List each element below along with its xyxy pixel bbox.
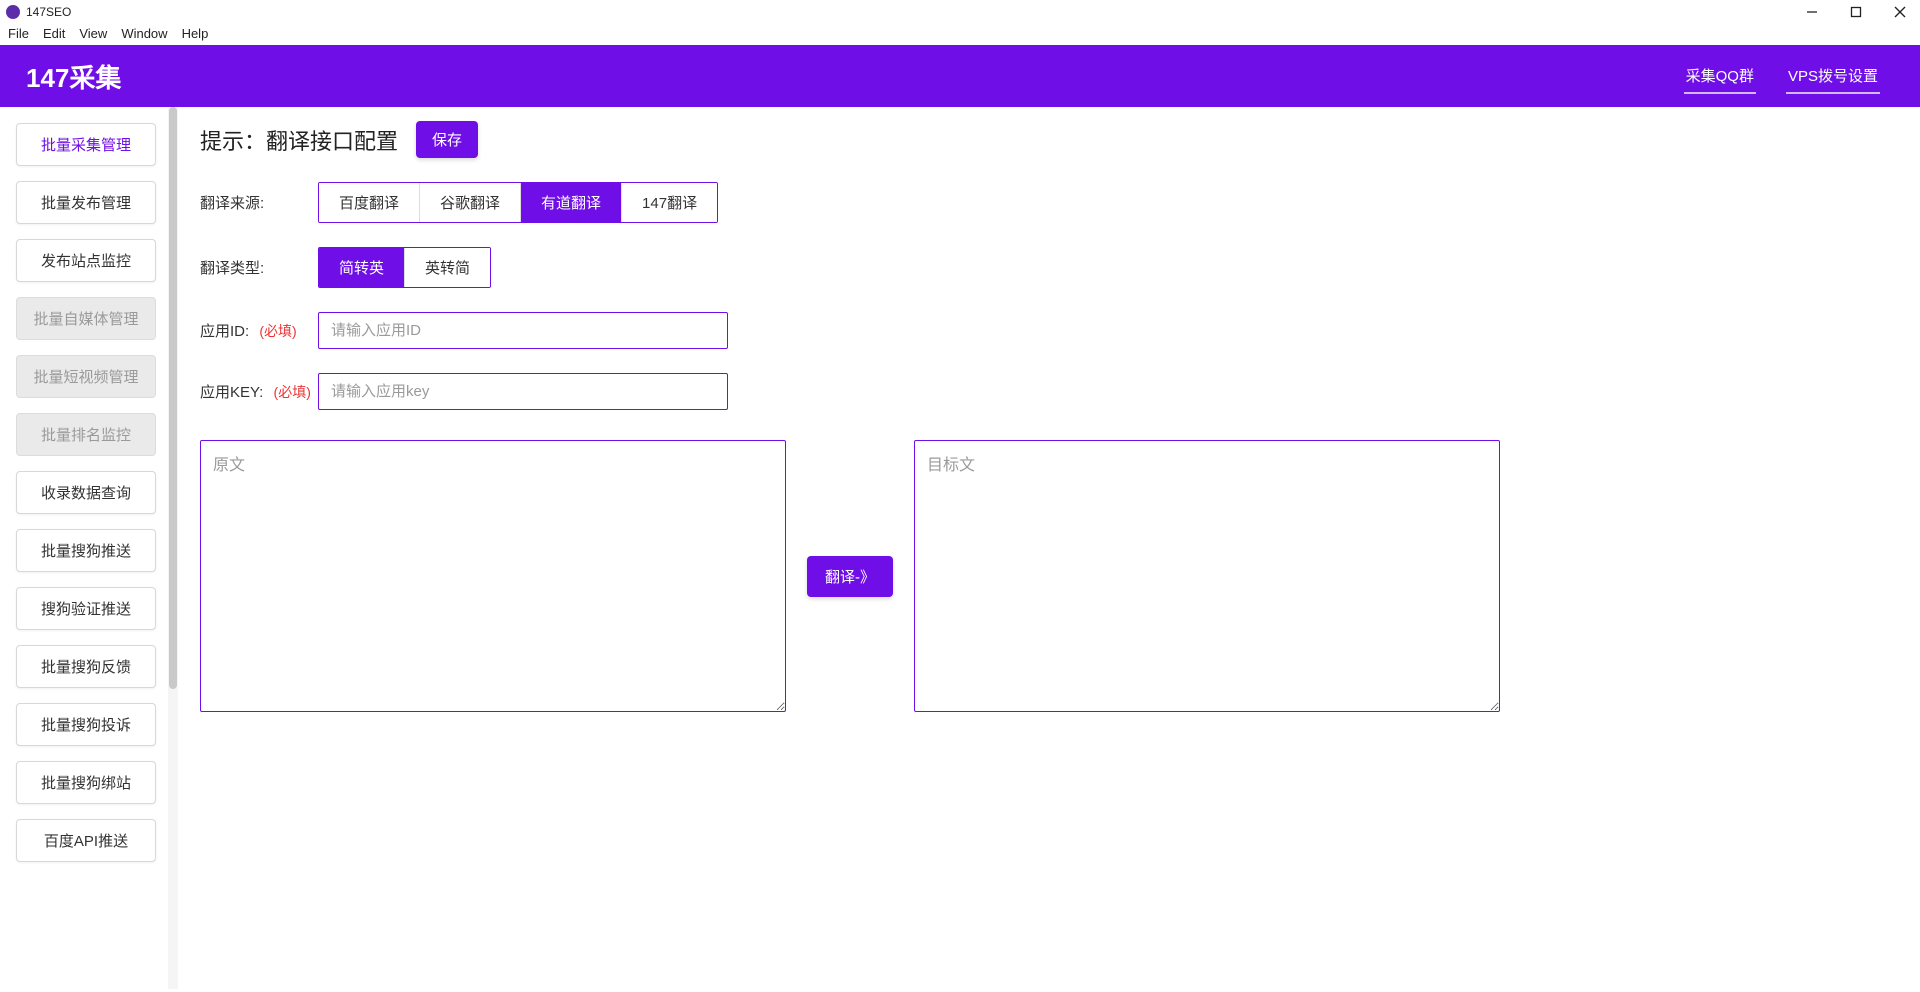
sidebar-item[interactable]: 批量采集管理 [16, 123, 156, 166]
target-text-area[interactable] [914, 440, 1500, 712]
type-option[interactable]: 英转简 [405, 248, 490, 287]
sidebar-item[interactable]: 批量搜狗绑站 [16, 761, 156, 804]
source-option[interactable]: 有道翻译 [521, 183, 622, 222]
row-type: 翻译类型: 简转英英转简 [200, 247, 1896, 288]
label-appkey-text: 应用KEY: [200, 384, 263, 401]
sidebar-item[interactable]: 批量发布管理 [16, 181, 156, 224]
menu-file[interactable]: File [8, 26, 29, 41]
label-appid-text: 应用ID: [200, 323, 249, 340]
link-vps-settings[interactable]: VPS拨号设置 [1786, 59, 1880, 94]
source-text-area[interactable] [200, 440, 786, 712]
source-option[interactable]: 147翻译 [622, 183, 717, 222]
source-option[interactable]: 谷歌翻译 [420, 183, 521, 222]
translate-button[interactable]: 翻译-》 [807, 556, 893, 597]
window-title: 147SEO [26, 5, 71, 19]
label-type: 翻译类型: [200, 257, 318, 278]
app-icon [6, 5, 20, 19]
sidebar: 批量采集管理批量发布管理发布站点监控批量自媒体管理批量短视频管理批量排名监控收录… [0, 107, 168, 989]
type-option[interactable]: 简转英 [319, 248, 405, 287]
menu-view[interactable]: View [79, 26, 107, 41]
save-button[interactable]: 保存 [416, 121, 478, 158]
row-appkey: 应用KEY: (必填) [200, 373, 1896, 410]
sidebar-item[interactable]: 批量搜狗投诉 [16, 703, 156, 746]
app-header: 147采集 采集QQ群 VPS拨号设置 [0, 45, 1920, 107]
row-source: 翻译来源: 百度翻译谷歌翻译有道翻译147翻译 [200, 182, 1896, 223]
page-title: 提示：翻译接口配置 [200, 124, 398, 156]
maximize-icon[interactable] [1848, 4, 1864, 20]
appkey-input[interactable] [318, 373, 728, 410]
required-tag: (必填) [274, 384, 311, 400]
header-links: 采集QQ群 VPS拨号设置 [1684, 59, 1894, 94]
brand-title: 147采集 [26, 58, 121, 95]
sidebar-item[interactable]: 批量搜狗反馈 [16, 645, 156, 688]
main-panel: 提示：翻译接口配置 保存 翻译来源: 百度翻译谷歌翻译有道翻译147翻译 翻译类… [178, 107, 1920, 989]
menu-bar: File Edit View Window Help [0, 24, 1920, 45]
sidebar-item: 批量短视频管理 [16, 355, 156, 398]
label-appid: 应用ID: (必填) [200, 320, 318, 341]
source-segment-group: 百度翻译谷歌翻译有道翻译147翻译 [318, 182, 718, 223]
menu-help[interactable]: Help [182, 26, 209, 41]
sidebar-scrollbar-thumb[interactable] [169, 107, 177, 689]
row-appid: 应用ID: (必填) [200, 312, 1896, 349]
menu-edit[interactable]: Edit [43, 26, 65, 41]
sidebar-item[interactable]: 百度API推送 [16, 819, 156, 862]
sidebar-item[interactable]: 发布站点监控 [16, 239, 156, 282]
translate-row: 翻译-》 [200, 440, 1896, 712]
minimize-icon[interactable] [1804, 4, 1820, 20]
sidebar-item: 批量排名监控 [16, 413, 156, 456]
sidebar-scrollbar[interactable] [168, 107, 178, 989]
source-option[interactable]: 百度翻译 [319, 183, 420, 222]
menu-window[interactable]: Window [121, 26, 167, 41]
sidebar-item: 批量自媒体管理 [16, 297, 156, 340]
page-header: 提示：翻译接口配置 保存 [200, 121, 1896, 158]
type-segment-group: 简转英英转简 [318, 247, 491, 288]
sidebar-item[interactable]: 批量搜狗推送 [16, 529, 156, 572]
link-qq-group[interactable]: 采集QQ群 [1684, 59, 1756, 94]
appid-input[interactable] [318, 312, 728, 349]
close-icon[interactable] [1892, 4, 1908, 20]
window-controls [1804, 4, 1914, 20]
label-source: 翻译来源: [200, 192, 318, 213]
sidebar-item[interactable]: 收录数据查询 [16, 471, 156, 514]
sidebar-item[interactable]: 搜狗验证推送 [16, 587, 156, 630]
required-tag: (必填) [259, 323, 296, 339]
title-bar: 147SEO [0, 0, 1920, 24]
label-appkey: 应用KEY: (必填) [200, 381, 318, 402]
